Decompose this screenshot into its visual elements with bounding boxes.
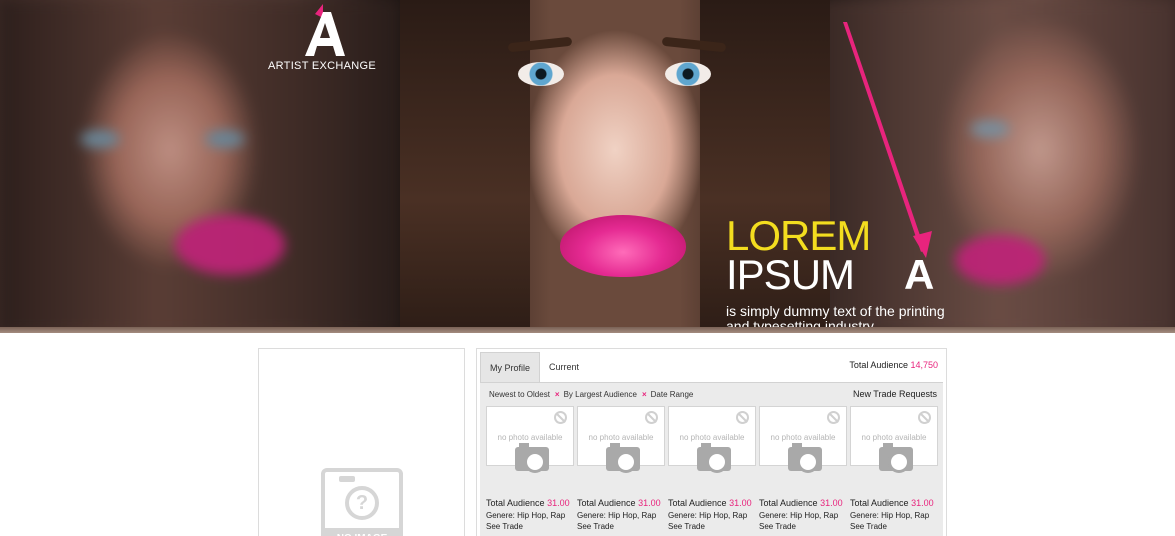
question-mark-icon: ? [345,486,379,520]
card-genre: Genere: Hip Hop, Rap [577,511,657,520]
no-entry-icon [645,411,658,424]
camera-icon [788,443,822,473]
trade-requests-area: Newest to Oldest × By Largest Audience × Dat… [480,382,943,536]
no-entry-icon [827,411,840,424]
trade-card-photo[interactable]: no photo available [759,406,847,473]
no-photo-text: no photo available [770,433,836,442]
hero-banner: ARTIST EXCHANGE LOREM IPSUM A is simply … [0,0,1175,333]
card-audience-value: 31.00 [638,498,661,508]
no-photo-text: no photo available [861,433,927,442]
trade-card-info: Total Audience 31.00 Genere: Hip Hop, Ra… [668,497,758,532]
total-audience-value: 14,750 [910,360,938,370]
filter-largest-audience[interactable]: By Largest Audience [564,390,637,399]
new-trade-requests-heading: New Trade Requests [852,389,937,399]
card-audience-label: Total Audience [486,498,545,508]
total-audience-summary: Total Audience 14,750 [849,360,938,370]
card-audience-label: Total Audience [850,498,909,508]
see-trade-link[interactable]: See Trade [577,521,667,532]
trade-card-photo[interactable]: no photo available [577,406,665,473]
no-photo-text: no photo available [497,433,563,442]
camera-icon [515,443,549,473]
hero-headline-1: LOREM [726,212,871,259]
see-trade-link[interactable]: See Trade [668,521,758,532]
hero-bottom-strip [0,327,1175,333]
no-entry-icon [918,411,931,424]
profile-image-panel: ? NO IMAGE [258,348,465,536]
no-photo-text: no photo available [679,433,745,442]
artist-exchange-logo[interactable]: ARTIST EXCHANGE [268,4,376,74]
trade-card-info: Total Audience 31.00 Genere: Hip Hop, Ra… [850,497,940,532]
trade-card-info: Total Audience 31.00 Genere: Hip Hop, Ra… [759,497,849,532]
remove-filter-icon[interactable]: × [555,390,560,399]
remove-filter-icon[interactable]: × [642,390,647,399]
card-audience-value: 31.00 [820,498,843,508]
card-genre: Genere: Hip Hop, Rap [486,511,566,520]
logo-text: ARTIST EXCHANGE [268,60,377,72]
see-trade-link[interactable]: See Trade [850,521,940,532]
filter-newest-to-oldest[interactable]: Newest to Oldest [489,390,550,399]
no-entry-icon [736,411,749,424]
card-genre: Genere: Hip Hop, Rap [668,511,748,520]
hero-a-mark: A [904,251,935,298]
camera-icon [606,443,640,473]
hero-headline-2: IPSUM [726,251,855,298]
total-audience-label: Total Audience [849,360,908,370]
camera-icon [879,443,913,473]
card-audience-label: Total Audience [668,498,727,508]
see-trade-link[interactable]: See Trade [486,521,576,532]
see-trade-link[interactable]: See Trade [759,521,849,532]
tab-current-review[interactable]: Current Review [540,352,588,402]
card-audience-label: Total Audience [577,498,636,508]
card-audience-value: 31.00 [729,498,752,508]
filter-date-range[interactable]: Date Range [651,390,694,399]
hero-tagline: LOREM IPSUM A is simply dummy text of th… [726,212,986,334]
card-genre: Genere: Hip Hop, Rap [850,511,930,520]
trade-card-photo[interactable]: no photo available [486,406,574,473]
trade-card-photo[interactable]: no photo available [850,406,938,473]
card-audience-value: 31.00 [547,498,570,508]
camera-icon [697,443,731,473]
filter-bar: Newest to Oldest × By Largest Audience × Dat… [489,390,693,399]
no-entry-icon [554,411,567,424]
no-photo-text: no photo available [588,433,654,442]
logo-a-icon [305,4,345,56]
profile-panel: My Profile Current Review Total Audience… [476,348,947,536]
card-audience-value: 31.00 [911,498,934,508]
tab-my-profile[interactable]: My Profile [480,352,540,382]
trade-card-info: Total Audience 31.00 Genere: Hip Hop, Ra… [577,497,667,532]
trade-card-photo[interactable]: no photo available [668,406,756,473]
card-audience-label: Total Audience [759,498,818,508]
no-image-icon: ? NO IMAGE [321,468,403,536]
card-genre: Genere: Hip Hop, Rap [759,511,839,520]
trade-card-info: Total Audience 31.00 Genere: Hip Hop, Ra… [486,497,576,532]
pink-slash-decoration [843,22,932,258]
no-image-caption: NO IMAGE [321,528,403,536]
